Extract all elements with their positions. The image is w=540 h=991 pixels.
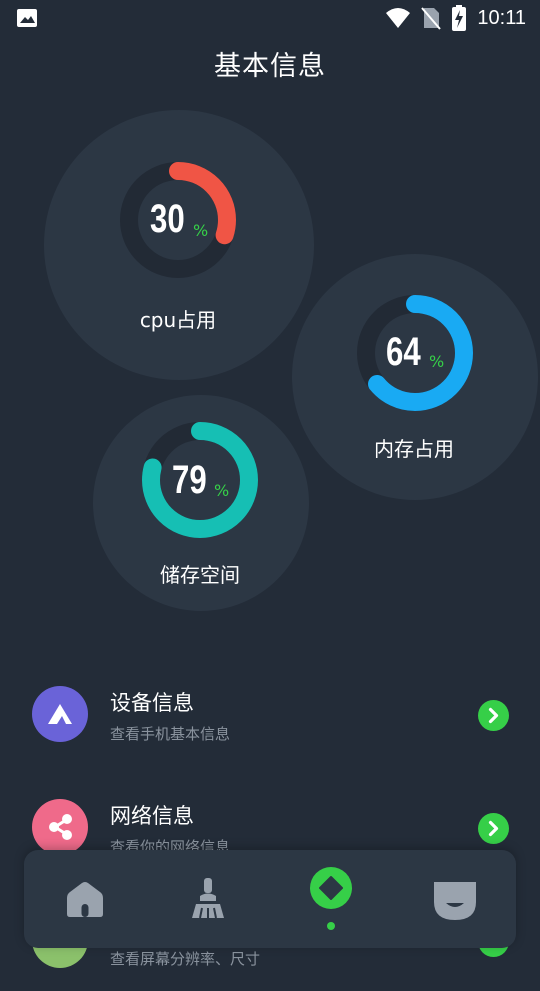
image-notification-icon: [17, 9, 37, 27]
no-sim-icon: [421, 7, 442, 30]
clock: 10:11: [477, 6, 526, 29]
home-icon: [67, 882, 103, 917]
memory-value: 64: [386, 330, 421, 374]
chevron-right-icon[interactable]: [478, 700, 509, 731]
memory-unit: %: [429, 352, 445, 371]
page-title: 基本信息: [214, 51, 326, 82]
list-item-subtitle: 查看手机基本信息: [110, 725, 231, 743]
network-icon-circle: [32, 799, 88, 855]
status-bar: 10:11: [0, 0, 540, 36]
nav-info[interactable]: [301, 860, 361, 920]
list-item-title: 网络信息: [110, 804, 194, 828]
triangle-logo-icon: [48, 704, 72, 724]
storage-gauge: 79 %: [141, 421, 259, 539]
cpu-label: cpu占用: [139, 308, 217, 332]
storage-value: 79: [172, 458, 207, 502]
cpu-unit: %: [193, 221, 209, 240]
bottom-nav: [24, 850, 516, 948]
battery-charging-icon: [452, 5, 467, 31]
list-item-subtitle: 查看屏幕分辨率、尺寸: [110, 950, 261, 968]
wifi-icon: [386, 8, 411, 28]
smile-badge-icon: [434, 882, 476, 920]
device-icon-circle: [32, 686, 88, 742]
diamond-icon: [310, 867, 352, 909]
nav-profile[interactable]: [425, 870, 485, 930]
nav-home[interactable]: [55, 870, 115, 930]
storage-label: 储存空间: [160, 563, 240, 587]
list-item-title: 设备信息: [110, 691, 194, 715]
memory-gauge: 64 %: [356, 294, 474, 412]
cpu-value: 30: [150, 197, 185, 241]
chevron-right-icon[interactable]: [478, 813, 509, 844]
memory-label: 内存占用: [374, 437, 454, 461]
nav-clean[interactable]: [178, 870, 238, 930]
cpu-gauge: 30 %: [119, 161, 237, 279]
nav-active-indicator: [327, 922, 335, 930]
broom-icon: [192, 878, 224, 919]
list-item-device-info[interactable]: 设备信息 查看手机基本信息: [0, 665, 540, 765]
share-nodes-icon: [49, 814, 72, 840]
storage-unit: %: [214, 481, 230, 500]
